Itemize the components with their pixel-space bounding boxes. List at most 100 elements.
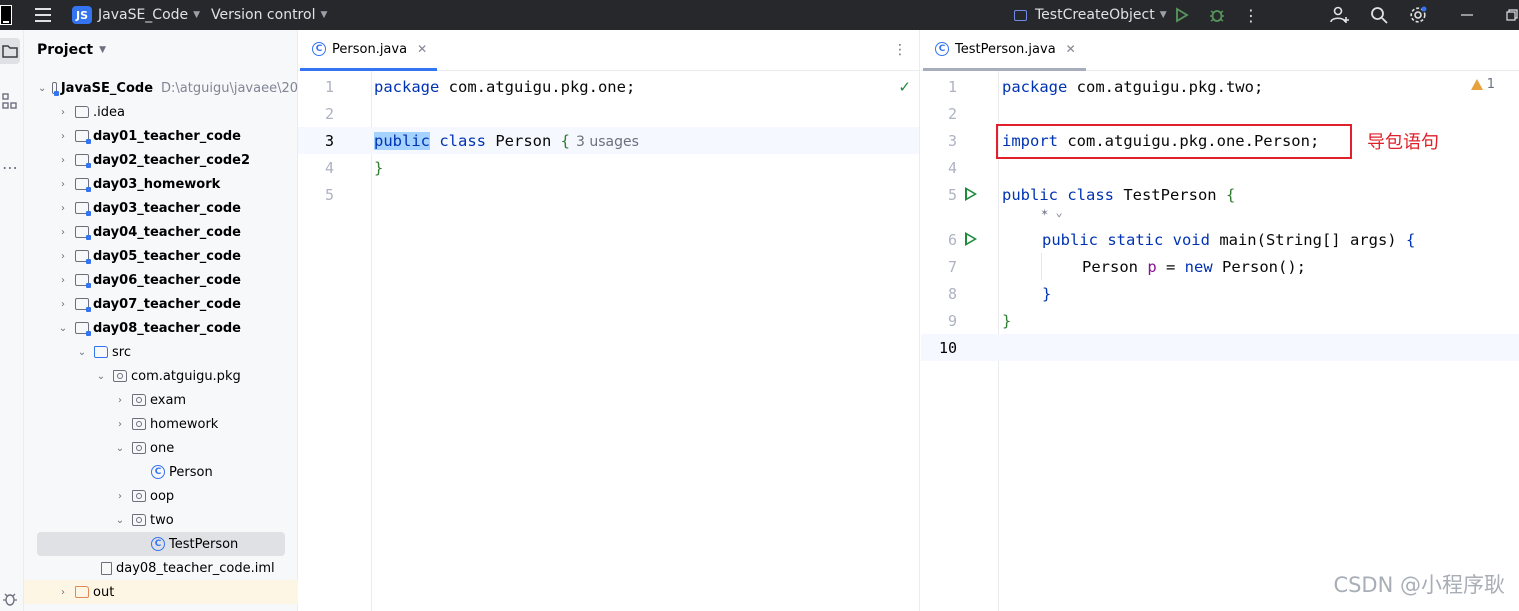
- tree-item-day07[interactable]: › day07_teacher_code: [24, 292, 298, 316]
- project-view-selector[interactable]: Project ▼: [37, 42, 106, 58]
- code-line: 6 public static void main(String[] args)…: [921, 226, 1519, 253]
- package-icon: [132, 514, 146, 526]
- app-logo-icon[interactable]: [0, 5, 12, 25]
- code-line: 2: [298, 100, 919, 127]
- chevron-down-icon[interactable]: ⌄: [76, 347, 88, 358]
- tree-item-day08[interactable]: ⌄ day08_teacher_code: [24, 316, 298, 340]
- tree-item-idea[interactable]: › .idea: [24, 100, 298, 124]
- chevron-right-icon[interactable]: ›: [57, 203, 69, 214]
- module-icon: [75, 130, 91, 144]
- code-line-current: 10: [921, 334, 1519, 361]
- tree-item-src[interactable]: ⌄ src: [24, 340, 298, 364]
- chevron-down-icon[interactable]: ⌄: [114, 515, 126, 526]
- chevron-right-icon[interactable]: ›: [57, 275, 69, 286]
- minimize-button[interactable]: [1461, 0, 1473, 30]
- debug-button[interactable]: [1209, 0, 1225, 30]
- chevron-down-icon[interactable]: ⌄: [38, 83, 46, 94]
- chevron-right-icon[interactable]: ›: [57, 179, 69, 190]
- tree-item-two[interactable]: ⌄ two: [24, 508, 298, 532]
- brace: {: [560, 131, 570, 150]
- code-line: 4 }: [298, 154, 919, 181]
- chevron-down-icon[interactable]: ⌄: [57, 323, 69, 334]
- chevron-down-icon[interactable]: ⌄: [95, 371, 107, 382]
- code-text: Person();: [1212, 257, 1306, 276]
- tree-item-out[interactable]: › out: [24, 580, 298, 604]
- chevron-down-icon[interactable]: ⌄: [114, 443, 126, 454]
- chevron-right-icon[interactable]: ›: [57, 251, 69, 262]
- add-user-button[interactable]: [1330, 0, 1350, 30]
- line-number: 1: [947, 77, 957, 96]
- tree-item-com-atguigu-pkg[interactable]: ⌄ com.atguigu.pkg: [24, 364, 298, 388]
- keyword-selected: public: [374, 131, 430, 150]
- tree-item-day03-homework[interactable]: › day03_homework: [24, 172, 298, 196]
- chevron-right-icon[interactable]: ›: [114, 491, 126, 502]
- structure-tool-button[interactable]: [0, 88, 20, 114]
- tree-item-one[interactable]: ⌄ one: [24, 436, 298, 460]
- tree-item-day01[interactable]: › day01_teacher_code: [24, 124, 298, 148]
- project-name: JavaSE_Code: [98, 7, 189, 23]
- project-badge[interactable]: JS: [72, 6, 92, 24]
- tree-item-label: two: [150, 512, 174, 528]
- chevron-right-icon[interactable]: ›: [57, 587, 69, 598]
- tree-item-label: exam: [150, 392, 187, 408]
- module-icon: [75, 298, 91, 312]
- tree-item-person[interactable]: C Person: [24, 460, 298, 484]
- close-icon[interactable]: ✕: [1066, 42, 1076, 56]
- run-configuration-selector[interactable]: TestCreateObject ▼: [1014, 0, 1167, 30]
- version-control-menu[interactable]: Version control ▼: [211, 0, 327, 30]
- usages-hint[interactable]: 3 usages: [576, 134, 639, 150]
- project-tool-button[interactable]: [0, 38, 20, 64]
- tree-item-label: day08_teacher_code.iml: [116, 560, 275, 576]
- editor-person-java[interactable]: C Person.java ✕ ⋮ ✓ 1 package com.atguig…: [298, 30, 920, 611]
- tree-item-day04[interactable]: › day04_teacher_code: [24, 220, 298, 244]
- chevron-right-icon[interactable]: ›: [57, 131, 69, 142]
- tab-testperson-java[interactable]: C TestPerson.java ✕: [923, 30, 1086, 71]
- problems-tool-button[interactable]: [0, 585, 20, 611]
- tree-item-javase-code[interactable]: ⌄ JavaSE_Code D:\atguigu\javaee\20: [24, 76, 298, 100]
- run-button[interactable]: [1175, 0, 1189, 30]
- more-actions-icon[interactable]: ⋮: [1243, 0, 1259, 30]
- keyword: package: [374, 77, 440, 96]
- more-tools-icon[interactable]: ⋯: [0, 154, 20, 180]
- run-method-gutter-icon[interactable]: [965, 232, 977, 246]
- chevron-right-icon[interactable]: ›: [114, 395, 126, 406]
- chevron-right-icon[interactable]: ›: [57, 155, 69, 166]
- tree-item-homework[interactable]: › homework: [24, 412, 298, 436]
- tree-item-exam[interactable]: › exam: [24, 388, 298, 412]
- settings-button[interactable]: [1409, 0, 1427, 30]
- tree-item-label: src: [112, 344, 131, 360]
- search-button[interactable]: [1370, 0, 1388, 30]
- chevron-down-icon: ▼: [320, 10, 328, 20]
- more-tabs-icon[interactable]: ⋮: [893, 42, 907, 58]
- maximize-button[interactable]: [1506, 0, 1518, 30]
- chevron-right-icon[interactable]: ›: [57, 107, 69, 118]
- tree-item-oop[interactable]: › oop: [24, 484, 298, 508]
- title-bar: JS JavaSE_Code ▼ Version control ▼ TestC…: [0, 0, 1519, 30]
- code-text: com.atguigu.pkg.one;: [439, 77, 636, 96]
- chevron-right-icon[interactable]: ›: [57, 227, 69, 238]
- chevron-right-icon[interactable]: ›: [114, 419, 126, 430]
- close-icon[interactable]: ✕: [417, 42, 427, 56]
- project-switcher[interactable]: JavaSE_Code ▼: [98, 0, 200, 30]
- line-number: 6: [947, 230, 957, 249]
- main-menu-icon[interactable]: [34, 0, 52, 30]
- code-lens-icon[interactable]: ✶ ⌄: [1041, 205, 1063, 219]
- line-number: 3: [324, 131, 334, 150]
- editor-testperson-java[interactable]: C TestPerson.java ✕ 1 1 package com.atgu…: [921, 30, 1519, 611]
- tree-item-day03-teacher[interactable]: › day03_teacher_code: [24, 196, 298, 220]
- tab-person-java[interactable]: C Person.java ✕: [300, 30, 438, 71]
- keyword: new: [1184, 257, 1213, 276]
- tree-item-testperson[interactable]: C TestPerson: [37, 532, 285, 556]
- tree-item-label: .idea: [93, 104, 125, 120]
- tree-item-iml[interactable]: day08_teacher_code.iml: [24, 556, 298, 580]
- tree-item-label: day01_teacher_code: [93, 128, 241, 144]
- tree-item-day06[interactable]: › day06_teacher_code: [24, 268, 298, 292]
- tree-item-label: day08_teacher_code: [93, 320, 241, 336]
- chevron-right-icon[interactable]: ›: [57, 299, 69, 310]
- run-class-gutter-icon[interactable]: [965, 187, 977, 201]
- brace: }: [1042, 284, 1052, 303]
- tree-item-day02[interactable]: › day02_teacher_code2: [24, 148, 298, 172]
- folder-icon: [75, 106, 89, 118]
- tree-item-day05[interactable]: › day05_teacher_code: [24, 244, 298, 268]
- tree-item-label: homework: [150, 416, 219, 432]
